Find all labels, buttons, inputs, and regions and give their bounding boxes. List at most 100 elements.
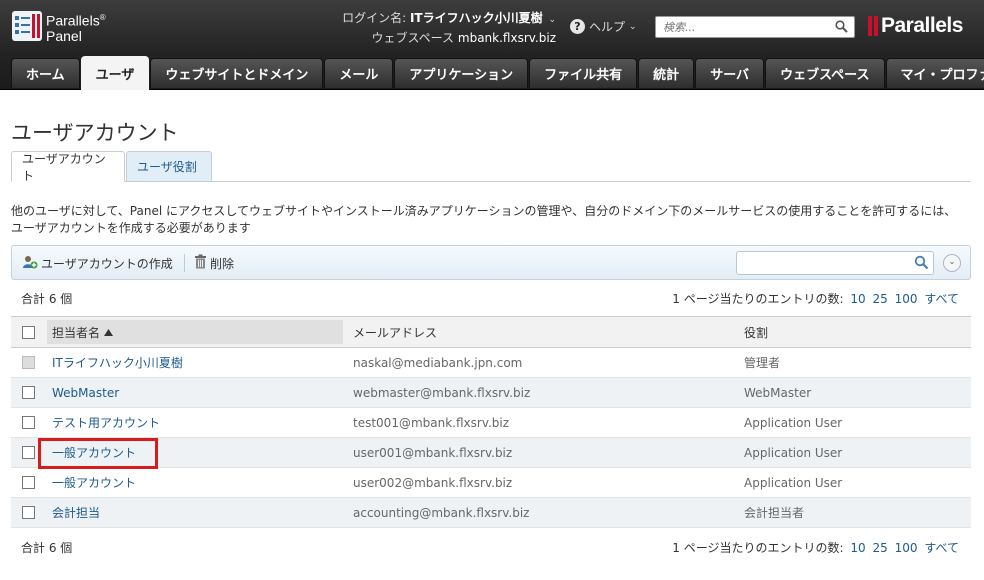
perpage-100-link[interactable]: 100 [895, 292, 918, 306]
entries-per-page-label: 1 ページ当たりのエントリの数: [672, 541, 844, 555]
product-name: Parallels® Panel [46, 10, 106, 44]
top-header: Parallels® Panel ログイン名: ITライフハック小川夏樹 ⌄ ウ… [0, 0, 984, 90]
entries-per-page-top: 1 ページ当たりのエントリの数: 10 25 100 すべて [672, 290, 959, 307]
tab-my-profile[interactable]: マイ・プロファイル [885, 58, 984, 88]
perpage-25-link[interactable]: 25 [872, 541, 887, 555]
row-checkbox-cell [22, 438, 38, 467]
delete-label: 削除 [210, 256, 235, 271]
perpage-10-link[interactable]: 10 [850, 541, 865, 555]
expand-icon[interactable]: ⌄ [943, 254, 961, 272]
parallels-logo-icon [12, 11, 42, 41]
column-header-name[interactable]: 担当者名 [47, 320, 343, 344]
user-name-cell: 一般アカウント [52, 468, 136, 497]
user-name-link[interactable]: テスト用アカウント [52, 414, 160, 431]
column-header-email[interactable]: メールアドレス [353, 317, 437, 347]
user-name-cell: WebMaster [52, 378, 119, 407]
row-checkbox [22, 356, 35, 369]
toolbar-divider [184, 254, 185, 272]
login-row[interactable]: ログイン名: ITライフハック小川夏樹 ⌄ [300, 9, 556, 29]
select-all-checkbox[interactable] [22, 325, 35, 339]
column-header-role[interactable]: 役割 [744, 317, 768, 347]
create-user-account-label: ユーザアカウントの作成 [41, 257, 173, 271]
table-row: ITライフハック小川夏樹 naskal@mediabank.jpn.com 管理… [11, 348, 971, 378]
entries-per-page-bottom: 1 ページ当たりのエントリの数: 10 25 100 すべて [672, 539, 959, 556]
perpage-25-link[interactable]: 25 [872, 292, 887, 306]
subtab-user-roles[interactable]: ユーザ役割 [126, 151, 212, 182]
global-search[interactable] [655, 16, 855, 38]
tab-mail[interactable]: メール [324, 58, 394, 88]
help-icon[interactable]: ? [570, 19, 585, 34]
table-row: 一般アカウント user002@mbank.flxsrv.biz Applica… [11, 468, 971, 498]
parallels-brand-logo: Parallels [868, 14, 963, 38]
parallels-brand-mark-icon [868, 16, 879, 36]
user-name-link[interactable]: 一般アカウント [52, 474, 136, 491]
login-label: ログイン名: [342, 11, 407, 25]
list-search[interactable] [736, 251, 934, 275]
column-name-label: 担当者名 [52, 325, 101, 340]
user-role: 管理者 [744, 356, 781, 370]
delete-button[interactable]: 削除 [194, 254, 234, 272]
user-email: user002@mbank.flxsrv.biz [353, 475, 513, 490]
login-user-name[interactable]: ITライフハック小川夏樹 [410, 11, 543, 25]
workspace-value[interactable]: mbank.flxsrv.biz [458, 31, 556, 45]
row-checkbox[interactable] [22, 446, 35, 459]
list-search-input[interactable] [737, 252, 907, 274]
subtab-user-accounts[interactable]: ユーザアカウント [11, 151, 125, 183]
trash-icon [194, 254, 207, 272]
table-header: 担当者名 メールアドレス 役割 [11, 317, 971, 348]
global-search-input[interactable] [656, 17, 826, 37]
search-icon[interactable] [835, 20, 848, 36]
tab-users[interactable]: ユーザ [80, 56, 150, 90]
total-count-top: 合計 6 個 [21, 292, 73, 306]
user-role: 会計担当者 [744, 506, 805, 520]
perpage-100-link[interactable]: 100 [895, 541, 918, 555]
perpage-all-link[interactable]: すべて [924, 541, 959, 555]
total-count-bottom: 合計 6 個 [21, 541, 73, 555]
user-accounts-table: 担当者名 メールアドレス 役割 ITライフハック小川夏樹 naskal@medi… [11, 316, 971, 528]
chevron-down-icon[interactable]: ⌄ [548, 15, 556, 25]
product-name-line1: Parallels [46, 12, 100, 29]
row-checkbox[interactable] [22, 506, 35, 519]
product-name-line2: Panel [46, 27, 82, 44]
user-email: webmaster@mbank.flxsrv.biz [353, 385, 531, 400]
user-name-cell: テスト用アカウント [52, 408, 160, 437]
help-menu[interactable]: ? ヘルプ ⌄ [570, 18, 637, 35]
tab-home[interactable]: ホーム [11, 58, 80, 88]
brand-name: Parallels [881, 14, 963, 37]
list-toolbar: ユーザアカウントの作成 削除 ⌄ [11, 245, 971, 280]
user-name-link[interactable]: 会計担当 [52, 504, 100, 521]
perpage-all-link[interactable]: すべて [924, 292, 959, 306]
row-checkbox[interactable] [22, 386, 35, 399]
tab-file-sharing[interactable]: ファイル共有 [529, 58, 638, 88]
user-email: test001@mbank.flxsrv.biz [353, 415, 510, 430]
perpage-10-link[interactable]: 10 [850, 292, 865, 306]
table-row: WebMaster webmaster@mbank.flxsrv.biz Web… [11, 378, 971, 408]
user-email: user001@mbank.flxsrv.biz [353, 445, 513, 460]
row-checkbox[interactable] [22, 476, 35, 489]
user-name-link[interactable]: WebMaster [52, 386, 119, 400]
search-icon[interactable] [914, 255, 929, 273]
login-info: ログイン名: ITライフハック小川夏樹 ⌄ ウェブスペース mbank.flxs… [300, 9, 556, 47]
page-description: 他のユーザに対して、Panel にアクセスしてウェブサイトやインストール済みアプ… [11, 204, 957, 235]
workspace-label: ウェブスペース [371, 31, 455, 45]
user-name-link[interactable]: ITライフハック小川夏樹 [52, 354, 183, 371]
tab-server[interactable]: サーバ [695, 58, 765, 88]
create-user-account-button[interactable]: ユーザアカウントの作成 [22, 254, 173, 273]
page-title: ユーザアカウント [11, 121, 179, 145]
chevron-down-icon[interactable]: ⌄ [629, 22, 637, 32]
subtabs: ユーザアカウント ユーザ役割 [11, 151, 971, 183]
sort-ascending-icon [104, 325, 114, 339]
tab-websites-domains[interactable]: ウェブサイトとドメイン [150, 58, 324, 88]
tab-statistics[interactable]: 統計 [638, 58, 695, 88]
main-nav: ホーム ユーザ ウェブサイトとドメイン メール アプリケーション ファイル共有 … [11, 56, 984, 90]
user-role: WebMaster [744, 385, 812, 400]
user-role: Application User [744, 445, 843, 460]
tab-applications[interactable]: アプリケーション [394, 58, 529, 88]
row-checkbox-cell [22, 408, 38, 437]
tab-webspace[interactable]: ウェブスペース [765, 58, 885, 88]
row-checkbox-cell [22, 498, 38, 527]
user-name-cell: ITライフハック小川夏樹 [52, 348, 183, 377]
row-checkbox[interactable] [22, 416, 35, 429]
table-row: テスト用アカウント test001@mbank.flxsrv.biz Appli… [11, 408, 971, 438]
help-label[interactable]: ヘルプ [589, 18, 625, 35]
